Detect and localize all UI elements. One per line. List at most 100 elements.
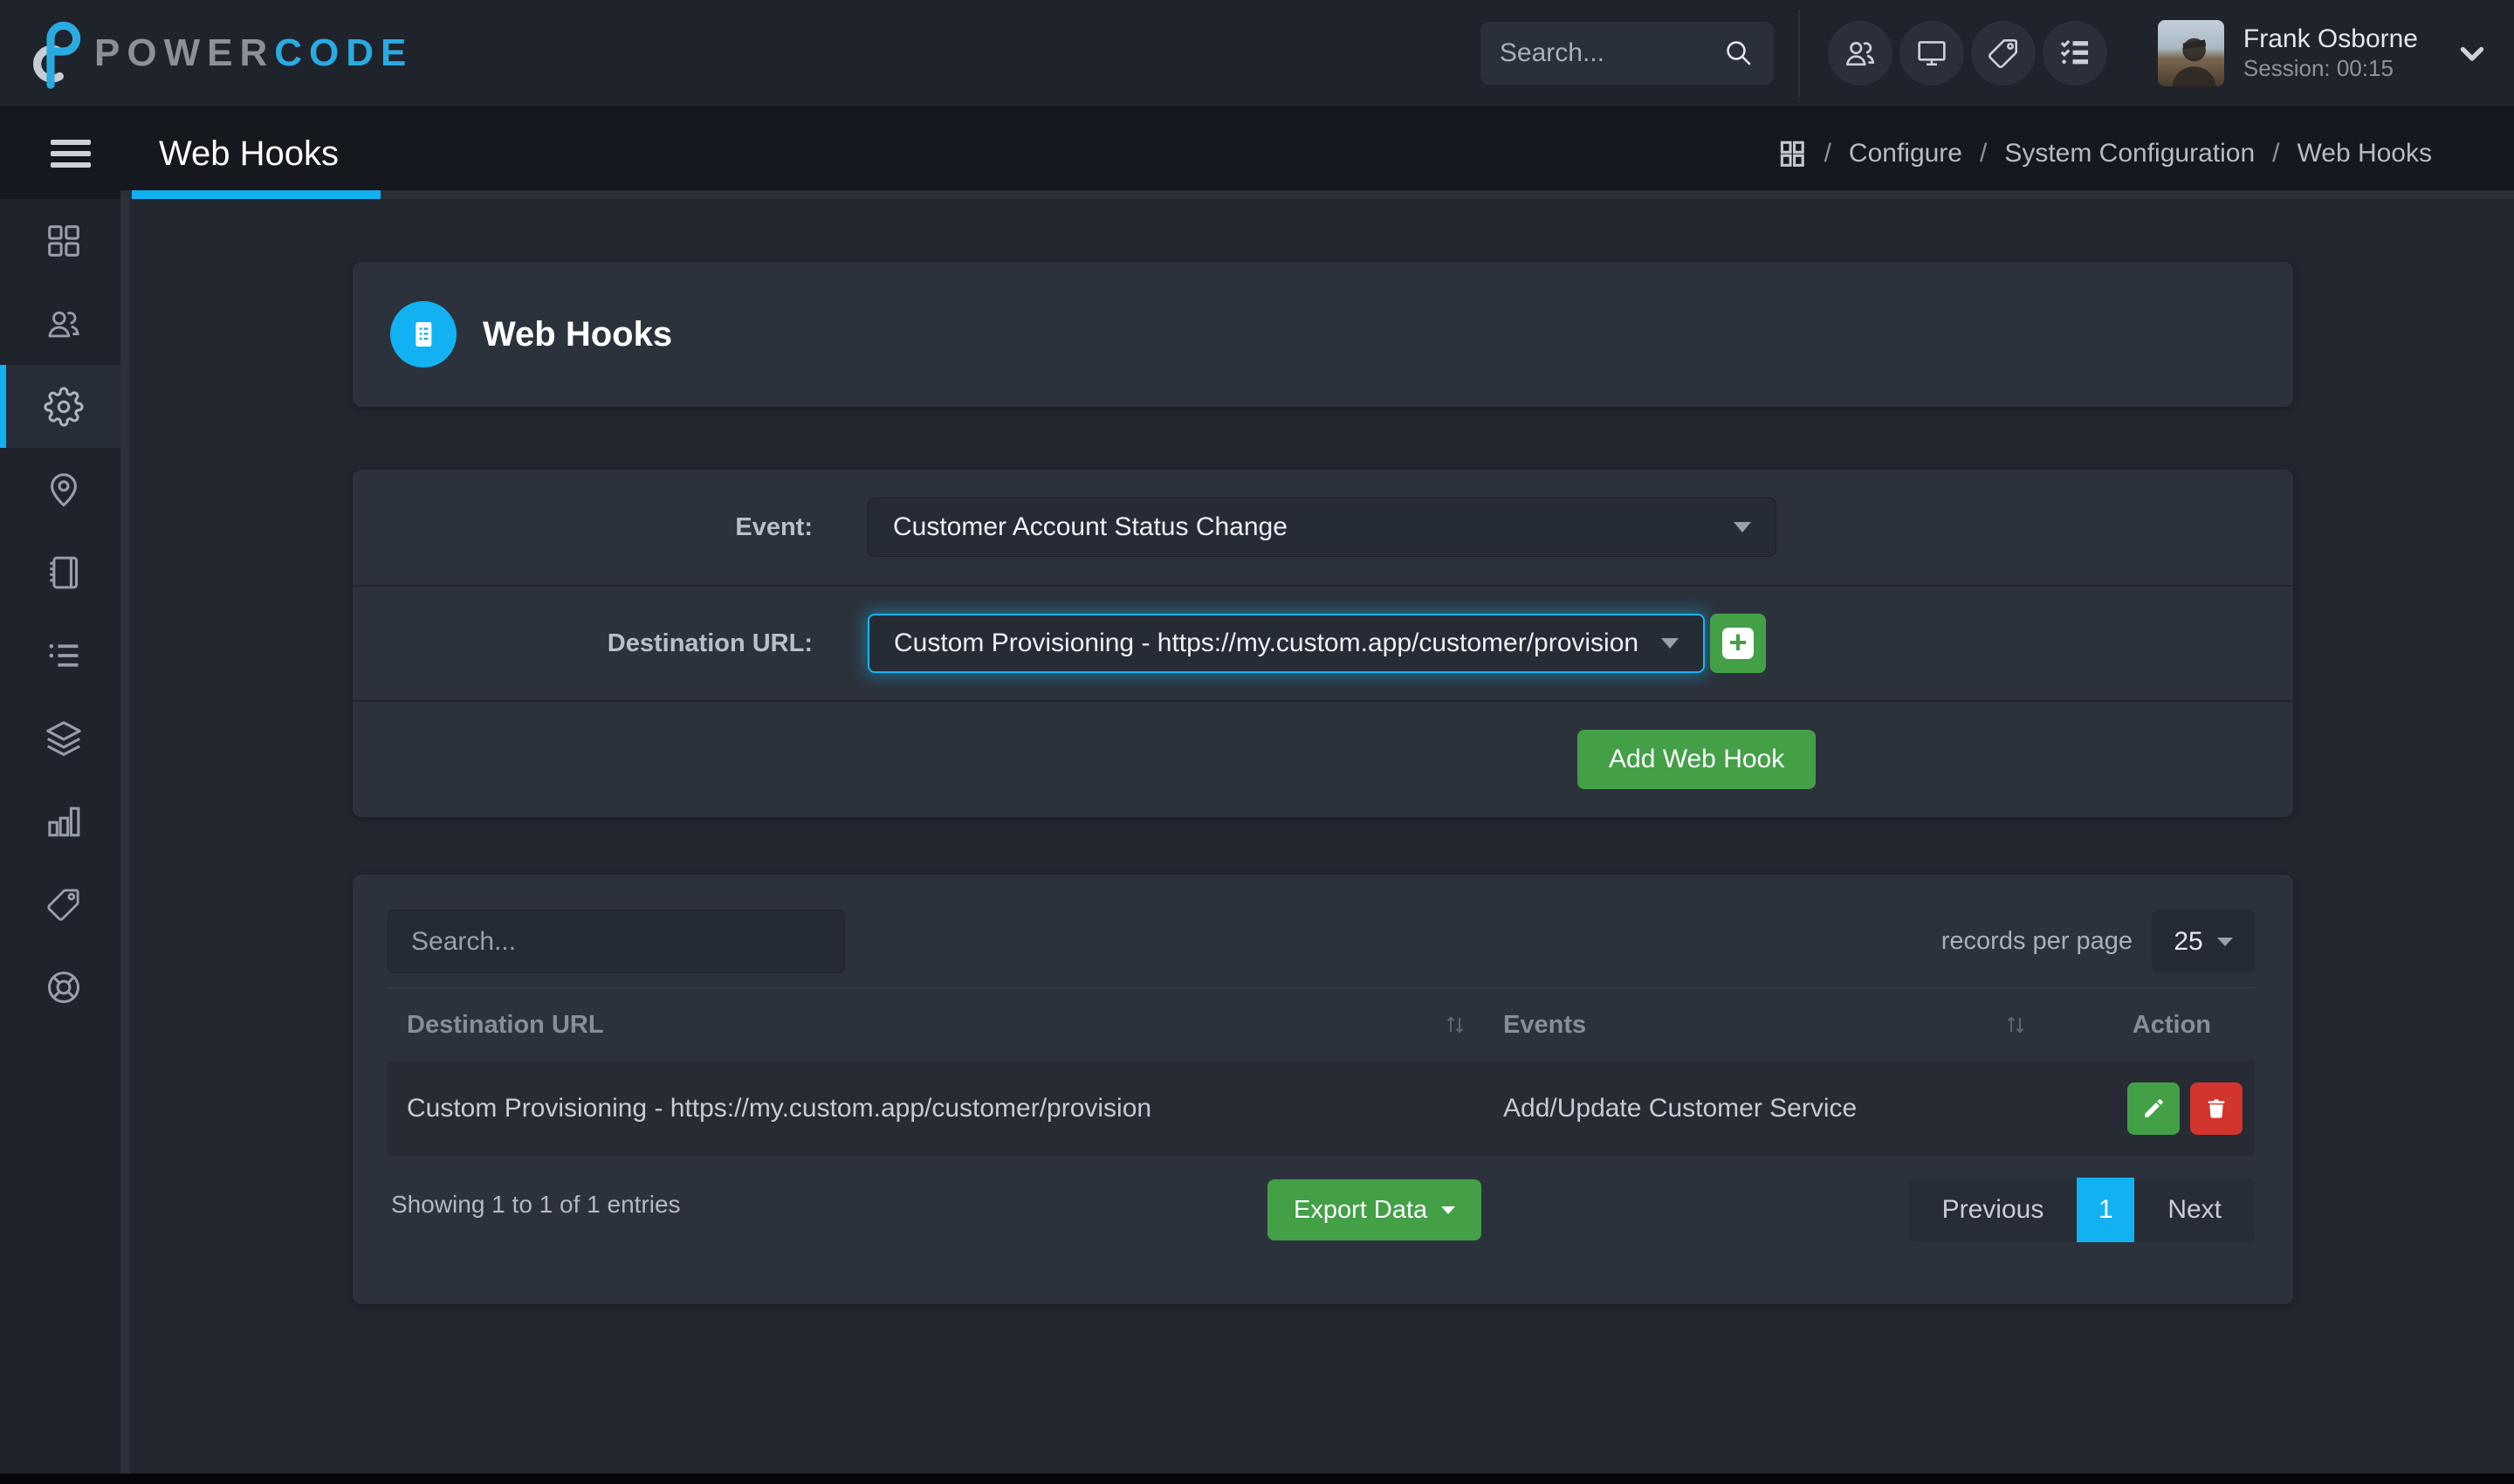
map-pin-icon	[44, 470, 84, 510]
tag-icon	[44, 884, 84, 924]
column-label: Destination URL	[407, 1011, 604, 1040]
top-bar: POWERCODE	[0, 0, 2514, 108]
breadcrumb: / Configure / System Configuration / Web…	[1777, 139, 2432, 168]
checklist-quick-button[interactable]	[2043, 21, 2107, 86]
table-toolbar: records per page 25	[388, 910, 2255, 988]
event-select-value: Customer Account Status Change	[893, 512, 1288, 542]
page-title: Web Hooks	[159, 134, 339, 174]
column-events[interactable]: Events	[1482, 1011, 2043, 1040]
page-header-card: Web Hooks	[353, 262, 2293, 407]
records-per-page-select[interactable]: 25	[2152, 910, 2255, 973]
breadcrumb-separator: /	[1980, 139, 1987, 168]
sort-icon	[2004, 1012, 2027, 1038]
breadcrumb-system-configuration[interactable]: System Configuration	[2004, 139, 2255, 168]
destination-row: Destination URL: Custom Provisioning - h…	[353, 585, 2293, 700]
chevron-down-icon	[1661, 638, 1679, 649]
bar-chart-icon	[44, 801, 84, 842]
breadcrumb-home-button[interactable]	[1777, 139, 1807, 168]
user-menu[interactable]: Frank Osborne Session: 00:15	[2158, 20, 2488, 86]
breadcrumb-configure[interactable]: Configure	[1849, 139, 1962, 168]
event-label: Event:	[353, 513, 813, 542]
pagination-page-1-button[interactable]: 1	[2077, 1178, 2134, 1242]
cell-events: Add/Update Customer Service	[1482, 1094, 2043, 1123]
life-ring-icon	[44, 967, 84, 1007]
destination-url-label: Destination URL:	[353, 629, 813, 658]
webhook-form-card: Event: Customer Account Status Change De…	[353, 470, 2293, 817]
edit-button[interactable]	[2127, 1082, 2180, 1135]
records-per-page: records per page 25	[1941, 910, 2255, 973]
search-icon	[1723, 38, 1755, 69]
sidebar-item-settings[interactable]	[0, 365, 120, 448]
active-tab-indicator	[132, 190, 381, 199]
column-label: Events	[1503, 1011, 1586, 1040]
column-destination-url[interactable]: Destination URL	[388, 1011, 1482, 1040]
sidebar-item-reports[interactable]	[0, 780, 120, 862]
sort-icon	[1444, 1012, 1466, 1038]
users-quick-button[interactable]	[1828, 21, 1892, 86]
breadcrumb-web-hooks[interactable]: Web Hooks	[2297, 139, 2432, 168]
cell-actions	[2043, 1082, 2255, 1135]
pagination: Previous 1 Next	[1909, 1178, 2255, 1242]
chevron-down-icon	[2217, 938, 2233, 946]
pagination-previous-button[interactable]: Previous	[1909, 1178, 2078, 1242]
sidebar	[0, 199, 120, 1484]
brand-wordmark: POWERCODE	[94, 31, 413, 75]
notebook-icon	[44, 553, 84, 593]
list-icon	[44, 636, 84, 676]
grid-icon	[1777, 139, 1807, 168]
cell-destination-url: Custom Provisioning - https://my.custom.…	[388, 1094, 1482, 1123]
card-title: Web Hooks	[483, 315, 672, 354]
tag-quick-button[interactable]	[1971, 21, 2036, 86]
global-search	[1480, 22, 1774, 85]
chevron-down-icon	[1441, 1206, 1455, 1214]
users-icon	[1842, 35, 1879, 72]
add-web-hook-button[interactable]: Add Web Hook	[1577, 730, 1816, 789]
topbar-divider	[1798, 10, 1800, 97]
sidebar-divider	[120, 199, 129, 1484]
column-action: Action	[2043, 1011, 2255, 1040]
global-search-input[interactable]	[1500, 38, 1723, 68]
breadcrumb-separator: /	[2272, 139, 2279, 168]
tab-track	[120, 190, 2514, 199]
plus-square-icon: +	[1722, 628, 1754, 659]
monitor-quick-button[interactable]	[1899, 21, 1964, 86]
export-data-label: Export Data	[1294, 1196, 1427, 1225]
sidebar-item-lists[interactable]	[0, 614, 120, 697]
table-footer: Showing 1 to 1 of 1 entries Export Data …	[388, 1168, 2255, 1266]
checklist-icon	[2057, 35, 2093, 72]
event-select[interactable]: Customer Account Status Change	[868, 498, 1776, 557]
records-per-page-value: 25	[2174, 927, 2202, 957]
pagination-next-button[interactable]: Next	[2134, 1178, 2255, 1242]
sidebar-item-dashboard[interactable]	[0, 199, 120, 282]
export-data-button[interactable]: Export Data	[1267, 1179, 1481, 1240]
title-bar: Web Hooks / Configure / System Configura…	[0, 108, 2514, 199]
sidebar-item-journal[interactable]	[0, 531, 120, 614]
table-search-input[interactable]	[388, 910, 845, 973]
sidebar-item-tickets[interactable]	[0, 862, 120, 945]
tag-icon	[1985, 35, 2022, 72]
webhooks-table-card: records per page 25 Destination URL	[353, 875, 2293, 1304]
users-icon	[44, 304, 84, 344]
breadcrumb-separator: /	[1824, 139, 1831, 168]
add-destination-button[interactable]: +	[1710, 614, 1766, 673]
destination-url-select[interactable]: Custom Provisioning - https://my.custom.…	[868, 614, 1705, 673]
delete-button[interactable]	[2190, 1082, 2243, 1135]
avatar	[2158, 20, 2224, 86]
chevron-down-icon	[1734, 522, 1751, 532]
powercode-logo: POWERCODE	[26, 17, 413, 90]
trash-icon	[2204, 1096, 2229, 1121]
user-info: Frank Osborne Session: 00:15	[2243, 24, 2418, 82]
sidebar-item-services[interactable]	[0, 697, 120, 780]
table-header: Destination URL Events	[388, 988, 2255, 1061]
gear-icon	[44, 387, 84, 427]
destination-url-select-value: Custom Provisioning - https://my.custom.…	[894, 629, 1638, 658]
sidebar-toggle-button[interactable]	[51, 134, 91, 174]
session-timer: Session: 00:15	[2243, 55, 2418, 82]
sidebar-item-locations[interactable]	[0, 448, 120, 531]
sidebar-item-support[interactable]	[0, 945, 120, 1028]
sidebar-item-customers[interactable]	[0, 282, 120, 365]
main-content: Web Hooks Event: Customer Account Status…	[129, 199, 2514, 1484]
submit-row: Add Web Hook	[353, 700, 2293, 817]
body: Web Hooks Event: Customer Account Status…	[0, 199, 2514, 1484]
records-per-page-label: records per page	[1941, 927, 2133, 956]
